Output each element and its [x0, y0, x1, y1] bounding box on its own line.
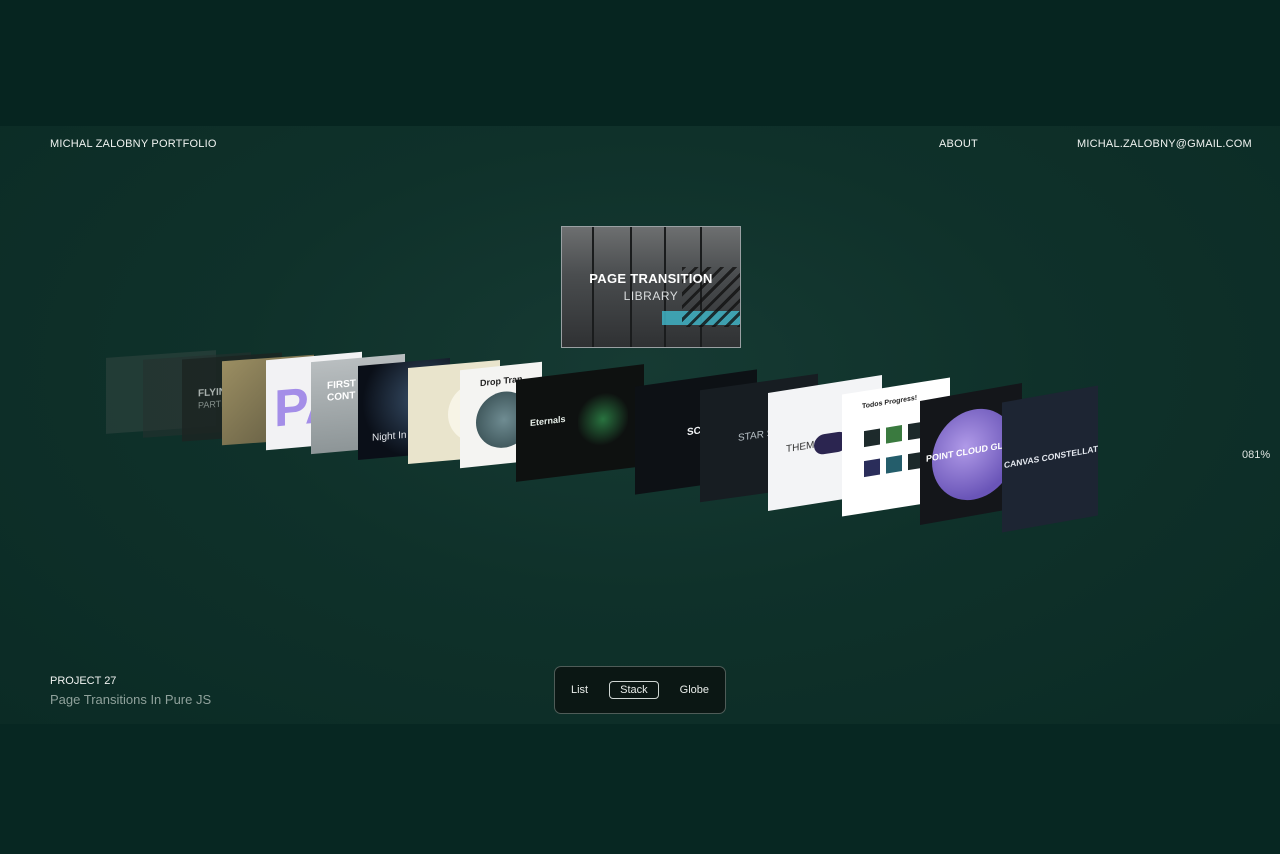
project-card-canvas-constellation[interactable]: CANVAS CONSTELLATION	[1002, 385, 1098, 533]
featured-subtitle: LIBRARY	[623, 289, 679, 303]
list-view-button[interactable]: List	[560, 681, 599, 699]
tile-graphic	[886, 425, 902, 444]
card-title: Night In	[372, 429, 407, 444]
tile-graphic	[886, 455, 902, 474]
tile-graphic	[864, 428, 880, 448]
project-card-eternals[interactable]: Eternals	[516, 364, 644, 482]
brand-link[interactable]: MICHAL ZALOBNY PORTFOLIO	[50, 138, 217, 150]
window-frame	[630, 227, 632, 347]
email-link[interactable]: MICHAL.ZALOBNY@GMAIL.COM	[1077, 138, 1252, 150]
card-title: Todos Progress!	[862, 394, 918, 411]
window-frame	[664, 227, 666, 347]
globe-view-button[interactable]: Globe	[669, 681, 720, 699]
stack-view-button[interactable]: Stack	[609, 681, 659, 699]
featured-title: PAGE TRANSITION	[589, 271, 713, 286]
view-switcher: List Stack Globe	[554, 666, 726, 714]
top-band	[0, 0, 1280, 126]
bottom-band	[0, 724, 1280, 854]
project-title: Page Transitions In Pure JS	[50, 692, 212, 707]
project-number: PROJECT 27	[50, 675, 117, 687]
tile-graphic	[864, 458, 880, 478]
window-frame	[592, 227, 594, 347]
particles-graphic	[578, 388, 628, 451]
about-link[interactable]: ABOUT	[939, 138, 978, 150]
card-title: CANVAS CONSTELLATION	[1004, 440, 1098, 471]
progress-readout: 081%	[1242, 449, 1271, 461]
card-title: Eternals	[530, 413, 566, 429]
card-subtitle: CONT	[327, 390, 356, 404]
featured-project-card[interactable]: PAGE TRANSITION LIBRARY	[561, 226, 741, 348]
